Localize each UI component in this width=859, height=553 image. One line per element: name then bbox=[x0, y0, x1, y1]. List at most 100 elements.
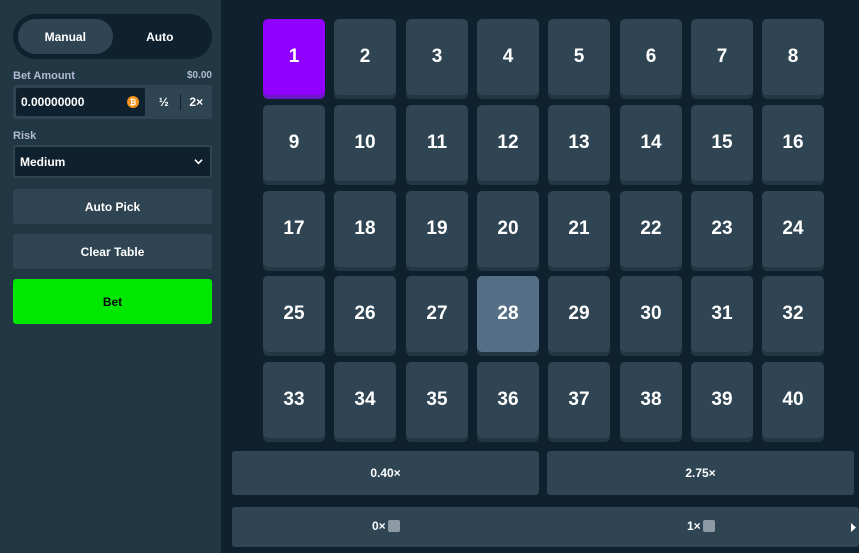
hit-label: 0× bbox=[372, 519, 386, 533]
tile-number: 30 bbox=[620, 276, 682, 352]
hit-count: 1× bbox=[687, 519, 715, 533]
keno-tile-37[interactable]: 37 bbox=[548, 362, 610, 442]
tile-number: 23 bbox=[691, 191, 753, 267]
tile-number: 7 bbox=[691, 19, 753, 95]
keno-tile-22[interactable]: 22 bbox=[620, 191, 682, 271]
keno-tile-34[interactable]: 34 bbox=[334, 362, 396, 442]
keno-tile-25[interactable]: 25 bbox=[263, 276, 325, 356]
tile-number: 32 bbox=[762, 276, 824, 352]
half-bet-button[interactable]: ½ bbox=[148, 85, 180, 119]
keno-tile-13[interactable]: 13 bbox=[548, 105, 610, 185]
payout-multiplier: 0.40× bbox=[232, 451, 539, 495]
keno-tile-36[interactable]: 36 bbox=[477, 362, 539, 442]
tile-number: 31 bbox=[691, 276, 753, 352]
keno-tile-28[interactable]: 28 bbox=[477, 276, 539, 356]
tab-manual[interactable]: Manual bbox=[18, 19, 113, 54]
tile-number: 26 bbox=[334, 276, 396, 352]
keno-tile-6[interactable]: 6 bbox=[620, 19, 682, 99]
keno-tile-23[interactable]: 23 bbox=[691, 191, 753, 271]
keno-tile-8[interactable]: 8 bbox=[762, 19, 824, 99]
tile-number: 28 bbox=[477, 276, 539, 352]
keno-tile-35[interactable]: 35 bbox=[406, 362, 468, 442]
keno-tile-19[interactable]: 19 bbox=[406, 191, 468, 271]
keno-tile-5[interactable]: 5 bbox=[548, 19, 610, 99]
tile-number: 39 bbox=[691, 362, 753, 438]
tile-number: 13 bbox=[548, 105, 610, 181]
payout-multiplier: 2.75× bbox=[547, 451, 854, 495]
keno-tile-10[interactable]: 10 bbox=[334, 105, 396, 185]
tile-number: 8 bbox=[762, 19, 824, 95]
tile-number: 40 bbox=[762, 362, 824, 438]
bet-amount-usd: $0.00 bbox=[186, 70, 212, 81]
keno-tile-29[interactable]: 29 bbox=[548, 276, 610, 356]
bitcoin-icon: ₿ bbox=[127, 96, 139, 108]
keno-tile-31[interactable]: 31 bbox=[691, 276, 753, 356]
bet-amount-label-row: Bet Amount $0.00 bbox=[13, 70, 212, 82]
tile-number: 33 bbox=[263, 362, 325, 438]
chevron-down-icon bbox=[194, 159, 203, 165]
tile-number: 5 bbox=[548, 19, 610, 95]
keno-tile-9[interactable]: 9 bbox=[263, 105, 325, 185]
tile-number: 20 bbox=[477, 191, 539, 267]
mode-toggle: Manual Auto bbox=[13, 14, 212, 59]
keno-tile-24[interactable]: 24 bbox=[762, 191, 824, 271]
keno-tile-12[interactable]: 12 bbox=[477, 105, 539, 185]
keno-tile-11[interactable]: 11 bbox=[406, 105, 468, 185]
bet-button[interactable]: Bet bbox=[13, 279, 212, 324]
bet-amount-label: Bet Amount bbox=[13, 70, 75, 82]
keno-tile-21[interactable]: 21 bbox=[548, 191, 610, 271]
keno-tile-14[interactable]: 14 bbox=[620, 105, 682, 185]
keno-tile-32[interactable]: 32 bbox=[762, 276, 824, 356]
tile-number: 4 bbox=[477, 19, 539, 95]
keno-tile-7[interactable]: 7 bbox=[691, 19, 753, 99]
double-bet-button[interactable]: 2× bbox=[181, 85, 213, 119]
keno-tile-4[interactable]: 4 bbox=[477, 19, 539, 99]
tile-number: 14 bbox=[620, 105, 682, 181]
gem-icon bbox=[702, 520, 715, 532]
tile-number: 21 bbox=[548, 191, 610, 267]
auto-pick-button[interactable]: Auto Pick bbox=[13, 189, 212, 224]
keno-tile-1[interactable]: 1 bbox=[263, 19, 325, 99]
tile-number: 9 bbox=[263, 105, 325, 181]
keno-tile-2[interactable]: 2 bbox=[334, 19, 396, 99]
gem-icon bbox=[387, 520, 400, 532]
hits-bar: 0× 1× bbox=[232, 507, 859, 547]
keno-tile-16[interactable]: 16 bbox=[762, 105, 824, 185]
keno-tile-40[interactable]: 40 bbox=[762, 362, 824, 442]
tile-number: 16 bbox=[762, 105, 824, 181]
tile-number: 15 bbox=[691, 105, 753, 181]
tab-auto[interactable]: Auto bbox=[113, 19, 208, 54]
tile-number: 36 bbox=[477, 362, 539, 438]
keno-tile-20[interactable]: 20 bbox=[477, 191, 539, 271]
tile-number: 29 bbox=[548, 276, 610, 352]
keno-tile-3[interactable]: 3 bbox=[406, 19, 468, 99]
keno-tile-15[interactable]: 15 bbox=[691, 105, 753, 185]
clear-table-button[interactable]: Clear Table bbox=[13, 234, 212, 269]
risk-label-row: Risk bbox=[13, 130, 212, 142]
tile-number: 22 bbox=[620, 191, 682, 267]
keno-tile-27[interactable]: 27 bbox=[406, 276, 468, 356]
tile-number: 10 bbox=[334, 105, 396, 181]
bet-amount-input[interactable] bbox=[16, 95, 127, 109]
keno-tile-17[interactable]: 17 bbox=[263, 191, 325, 271]
chevron-right-icon bbox=[851, 523, 856, 532]
tile-number: 2 bbox=[334, 19, 396, 95]
tile-number: 35 bbox=[406, 362, 468, 438]
keno-tile-30[interactable]: 30 bbox=[620, 276, 682, 356]
tile-number: 1 bbox=[263, 19, 325, 95]
keno-tile-26[interactable]: 26 bbox=[334, 276, 396, 356]
hit-label: 1× bbox=[687, 519, 701, 533]
keno-tile-18[interactable]: 18 bbox=[334, 191, 396, 271]
tile-number: 38 bbox=[620, 362, 682, 438]
risk-value: Medium bbox=[20, 154, 66, 169]
tile-number: 34 bbox=[334, 362, 396, 438]
tile-number: 3 bbox=[406, 19, 468, 95]
keno-tile-33[interactable]: 33 bbox=[263, 362, 325, 442]
tile-number: 25 bbox=[263, 276, 325, 352]
keno-tile-39[interactable]: 39 bbox=[691, 362, 753, 442]
keno-tile-38[interactable]: 38 bbox=[620, 362, 682, 442]
sidebar: Manual Auto Bet Amount $0.00 ₿ ½ 2× Risk… bbox=[0, 0, 221, 553]
tile-number: 27 bbox=[406, 276, 468, 352]
bet-amount-box: ₿ ½ 2× bbox=[13, 85, 212, 119]
risk-select[interactable]: Medium bbox=[13, 145, 212, 178]
